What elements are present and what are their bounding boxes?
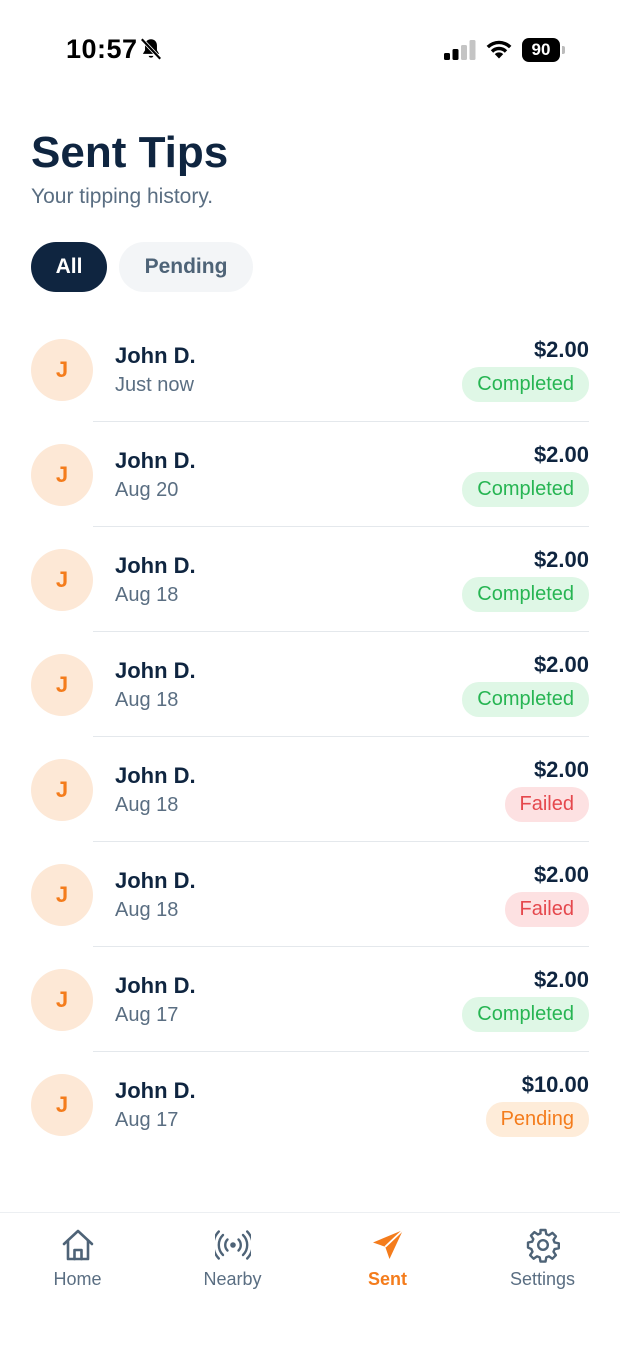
tip-row[interactable]: J John D. Aug 18 $2.00 Completed (0, 527, 620, 632)
tip-row[interactable]: J John D. Aug 17 $10.00 Pending (0, 1052, 620, 1157)
tip-amount: $2.00 (533, 442, 589, 467)
recipient-name: John D. (115, 658, 196, 683)
filter-chip-pending[interactable]: Pending (119, 242, 253, 292)
battery-tip (562, 46, 565, 54)
page-title: Sent Tips (31, 128, 229, 177)
avatar: J (31, 549, 93, 611)
tip-amount: $2.00 (533, 862, 589, 887)
tip-date: Aug 18 (115, 584, 179, 606)
filter-chip-all[interactable]: All (31, 242, 107, 292)
nav-home[interactable]: Home (0, 1213, 155, 1313)
wifi-icon (486, 40, 512, 59)
status-badge: Completed (462, 577, 589, 612)
bell-off-icon (140, 37, 162, 61)
nav-settings[interactable]: Settings (465, 1213, 620, 1313)
status-badge: Failed (504, 787, 589, 822)
status-badge: Pending (485, 1102, 589, 1137)
tip-date: Aug 17 (115, 1109, 179, 1131)
tip-amount: $10.00 (521, 1072, 589, 1097)
tip-date: Aug 18 (115, 794, 179, 816)
avatar: J (31, 654, 93, 716)
nav-label-settings: Settings (509, 1269, 576, 1289)
status-badge: Failed (504, 892, 589, 927)
home-icon (62, 1229, 94, 1261)
tip-date: Just now (115, 374, 194, 396)
battery-indicator: 90 (522, 38, 566, 62)
broadcast-icon (215, 1230, 251, 1260)
recipient-name: John D. (115, 448, 196, 473)
tip-row[interactable]: J John D. Just now $2.00 Completed (0, 317, 620, 422)
paper-plane-icon (373, 1229, 404, 1259)
tip-date: Aug 18 (115, 689, 179, 711)
avatar: J (31, 444, 93, 506)
avatar: J (31, 864, 93, 926)
status-badge: Completed (462, 367, 589, 402)
cellular-signal-icon (444, 40, 476, 60)
nav-label-sent: Sent (367, 1269, 407, 1289)
tip-row[interactable]: J John D. Aug 18 $2.00 Completed (0, 632, 620, 737)
avatar: J (31, 1074, 93, 1136)
avatar: J (31, 969, 93, 1031)
tip-amount: $2.00 (533, 652, 589, 677)
recipient-name: John D. (115, 343, 196, 368)
gear-icon (526, 1228, 560, 1263)
nav-label-nearby: Nearby (203, 1269, 262, 1289)
tip-row[interactable]: J John D. Aug 18 $2.00 Failed (0, 737, 620, 842)
tip-row[interactable]: J John D. Aug 18 $2.00 Failed (0, 842, 620, 947)
nav-nearby[interactable]: Nearby (155, 1213, 310, 1313)
recipient-name: John D. (115, 763, 196, 788)
recipient-name: John D. (115, 973, 196, 998)
status-badge: Completed (462, 682, 589, 717)
tip-list: J John D. Just now $2.00 Completed J Joh… (0, 317, 620, 1157)
nav-sent[interactable]: Sent (310, 1213, 465, 1313)
bottom-nav: Home Nearby Sent Settings (0, 1212, 620, 1348)
tip-amount: $2.00 (533, 547, 589, 572)
avatar: J (31, 339, 93, 401)
tip-row[interactable]: J John D. Aug 17 $2.00 Completed (0, 947, 620, 1052)
tip-amount: $2.00 (533, 757, 589, 782)
tip-row[interactable]: J John D. Aug 20 $2.00 Completed (0, 422, 620, 527)
status-badge: Completed (462, 472, 589, 507)
recipient-name: John D. (115, 553, 196, 578)
tip-date: Aug 18 (115, 899, 179, 921)
nav-label-home: Home (53, 1269, 102, 1289)
avatar: J (31, 759, 93, 821)
recipient-name: John D. (115, 868, 196, 893)
tip-amount: $2.00 (533, 967, 589, 992)
recipient-name: John D. (115, 1078, 196, 1103)
battery-level: 90 (522, 38, 560, 62)
page-subtitle: Your tipping history. (31, 185, 214, 208)
status-badge: Completed (462, 997, 589, 1032)
tip-amount: $2.00 (533, 337, 589, 362)
tip-date: Aug 17 (115, 1004, 179, 1026)
status-time: 10:57 (66, 34, 138, 64)
tip-date: Aug 20 (115, 479, 179, 501)
status-bar: 10:57 90 (0, 0, 620, 100)
